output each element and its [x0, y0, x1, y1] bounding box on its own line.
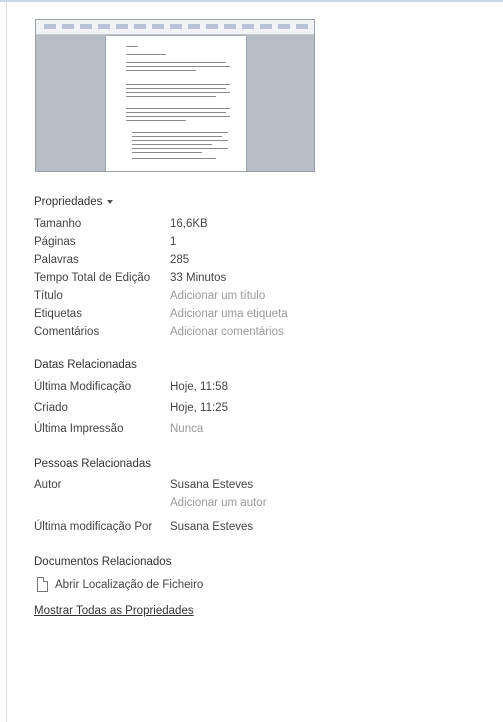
author-label: Autor: [34, 479, 62, 491]
property-label: Tamanho: [34, 218, 82, 230]
title-input[interactable]: Adicionar um título: [170, 290, 265, 302]
last-modified-by-value[interactable]: Susana Esteves: [170, 521, 253, 533]
property-label: Comentários: [34, 326, 100, 338]
properties-heading[interactable]: Propriedades: [34, 196, 114, 208]
property-value: 285: [170, 254, 190, 266]
property-row-size: Tamanho 16,6KB: [34, 218, 474, 236]
property-label: Etiquetas: [34, 308, 82, 320]
date-value: Nunca: [170, 423, 204, 435]
date-label: Última Impressão: [34, 423, 124, 435]
property-label: Páginas: [34, 236, 76, 248]
people-row-add-author: Adicionar um autor: [34, 497, 474, 515]
tags-input[interactable]: Adicionar uma etiqueta: [170, 308, 288, 320]
date-row-printed: Última Impressão Nunca: [34, 423, 474, 441]
property-value: 16,6KB: [170, 218, 208, 230]
property-value: 1: [170, 236, 177, 248]
date-value: Hoje, 11:25: [170, 402, 228, 414]
add-author-input[interactable]: Adicionar um autor: [170, 497, 267, 509]
date-row-created: Criado Hoje, 11:25: [34, 402, 474, 420]
author-value[interactable]: Susana Esteves: [170, 479, 253, 491]
date-label: Criado: [34, 402, 68, 414]
thumbnail-ribbon: [36, 20, 314, 35]
date-row-modified: Última Modificação Hoje, 11:58: [34, 381, 474, 399]
property-row-words: Palavras 285: [34, 254, 474, 272]
document-icon: [37, 577, 48, 592]
related-documents-heading: Documentos Relacionados: [34, 556, 172, 568]
property-row-title: Título Adicionar um título: [34, 290, 474, 308]
open-file-location-link[interactable]: Abrir Localização de Ficheiro: [55, 579, 355, 597]
properties-heading-label: Propriedades: [34, 196, 103, 208]
related-dates-heading: Datas Relacionadas: [34, 359, 137, 371]
document-preview-thumbnail[interactable]: [35, 19, 315, 172]
open-file-location-label: Abrir Localização de Ficheiro: [55, 579, 204, 591]
top-border: [0, 0, 503, 2]
left-border: [6, 2, 7, 722]
property-label: Tempo Total de Edição: [34, 272, 151, 284]
related-people-heading: Pessoas Relacionadas: [34, 458, 151, 470]
caret-down-icon: [107, 199, 114, 204]
date-value: Hoje, 11:58: [170, 381, 228, 393]
date-label: Última Modificação: [34, 381, 132, 393]
people-row-last-modified-by: Última modificação Por Susana Esteves: [34, 521, 474, 539]
thumbnail-page: [106, 36, 246, 171]
comments-input[interactable]: Adicionar comentários: [170, 326, 284, 338]
show-all-properties-link[interactable]: Mostrar Todas as Propriedades: [34, 605, 194, 617]
property-label: Palavras: [34, 254, 79, 266]
property-row-comments: Comentários Adicionar comentários: [34, 326, 474, 344]
people-row-author: Autor Susana Esteves: [34, 479, 474, 497]
property-row-editing-time: Tempo Total de Edição 33 Minutos: [34, 272, 474, 290]
property-row-tags: Etiquetas Adicionar uma etiqueta: [34, 308, 474, 326]
property-value: 33 Minutos: [170, 272, 227, 284]
property-label: Título: [34, 290, 63, 302]
property-row-pages: Páginas 1: [34, 236, 474, 254]
last-modified-by-label: Última modificação Por: [34, 521, 153, 533]
